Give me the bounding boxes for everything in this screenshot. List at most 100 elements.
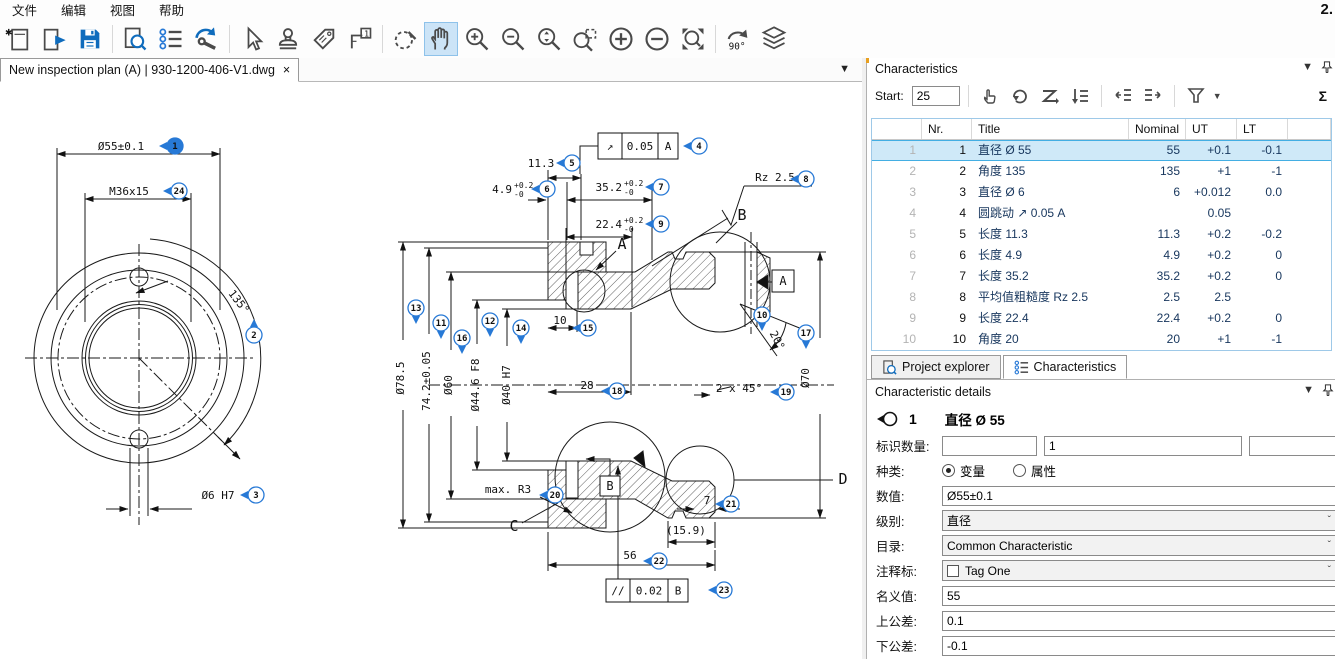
dimension-label[interactable]: 74.2±0.05 bbox=[420, 351, 433, 411]
tab-close-icon[interactable]: × bbox=[283, 63, 290, 77]
datum-box-B[interactable]: B bbox=[600, 476, 620, 496]
id-qty-input-2[interactable] bbox=[1044, 436, 1242, 456]
id-qty-input-3[interactable] bbox=[1249, 436, 1335, 456]
rotate-90-button[interactable]: 90° bbox=[721, 22, 755, 56]
dimension-label[interactable]: 28 bbox=[580, 379, 593, 392]
dimension-label[interactable]: 2 x 45° bbox=[716, 382, 762, 395]
start-input[interactable] bbox=[912, 86, 960, 106]
dimension-label[interactable]: D bbox=[838, 470, 847, 488]
balloon-24[interactable]: 24 bbox=[163, 183, 187, 199]
dimension-label[interactable]: 135° bbox=[225, 287, 252, 316]
balloon-23[interactable]: 23 bbox=[708, 582, 732, 598]
stamp-tool-button[interactable] bbox=[271, 22, 305, 56]
menu-help[interactable]: 帮助 bbox=[147, 0, 196, 21]
pan-tool-button[interactable] bbox=[424, 22, 458, 56]
dimension-label[interactable]: Ø55±0.1 bbox=[98, 140, 144, 153]
move-up-list-icon[interactable] bbox=[1110, 84, 1136, 108]
characteristics-list-button[interactable] bbox=[154, 22, 188, 56]
kind-radio-attribute[interactable]: 属性 bbox=[1013, 461, 1056, 480]
datum-box-A[interactable]: A bbox=[772, 270, 794, 292]
table-row[interactable]: 66长度 4.94.9+0.20 bbox=[872, 245, 1331, 266]
table-row[interactable]: 44圆跳动 ↗ 0.05 A0.05 bbox=[872, 203, 1331, 224]
id-qty-input-1[interactable] bbox=[942, 436, 1037, 456]
zoom-fit-button[interactable] bbox=[676, 22, 710, 56]
select-tool-button[interactable] bbox=[235, 22, 269, 56]
corner-dimension-button[interactable]: 1 bbox=[343, 22, 377, 56]
menu-view[interactable]: 视图 bbox=[98, 0, 147, 21]
balloon-2[interactable]: 2 bbox=[246, 319, 262, 343]
tab-project-explorer[interactable]: Project explorer bbox=[871, 355, 1001, 379]
dimension-label[interactable]: Ø40 H7 bbox=[500, 365, 513, 405]
panel-pin-icon[interactable] bbox=[1321, 61, 1333, 73]
table-row[interactable]: 1010角度 2020+1-1 bbox=[872, 329, 1331, 350]
layers-button[interactable] bbox=[757, 22, 791, 56]
menu-edit[interactable]: 编辑 bbox=[49, 0, 98, 21]
balloon-5[interactable]: 5 bbox=[556, 155, 580, 171]
dimension-label[interactable]: Ø6 H7 bbox=[201, 489, 234, 502]
nominal-input[interactable] bbox=[942, 586, 1335, 606]
tag-select[interactable]: Tag Oneˇ bbox=[942, 560, 1335, 581]
table-row[interactable]: 22角度 135135+1-1 bbox=[872, 161, 1331, 182]
balloon-13[interactable]: 13 bbox=[408, 300, 424, 324]
dimension-label[interactable]: Rz 2.5 bbox=[755, 171, 795, 184]
renumber-icon[interactable] bbox=[1007, 84, 1033, 108]
menu-file[interactable]: 文件 bbox=[0, 0, 49, 21]
balloon-12[interactable]: 12 bbox=[482, 313, 498, 337]
balloon-6[interactable]: 6 bbox=[531, 181, 555, 197]
details-chevron-icon[interactable]: ▼ bbox=[1303, 384, 1314, 396]
zoom-window-button[interactable] bbox=[568, 22, 602, 56]
balloon-16[interactable]: 16 bbox=[454, 330, 470, 354]
dimension-label[interactable]: M36x15 bbox=[109, 185, 149, 198]
document-tab[interactable]: New inspection plan (A) | 930-1200-406-V… bbox=[0, 58, 299, 82]
save-button[interactable] bbox=[73, 22, 107, 56]
dimension-label[interactable]: 7 bbox=[704, 494, 711, 507]
panel-chevron-icon[interactable]: ▼ bbox=[1302, 61, 1313, 73]
balloon-19[interactable]: 19 bbox=[770, 384, 794, 400]
dimension-label[interactable]: 4.9 bbox=[492, 183, 512, 196]
lower-tolerance-input[interactable] bbox=[942, 636, 1335, 656]
dimension-label[interactable]: 20° bbox=[767, 329, 788, 353]
balloon-9[interactable]: 9 bbox=[645, 216, 669, 232]
level-select[interactable]: 直径ˇ bbox=[942, 510, 1335, 531]
feature-control-frame[interactable]: ↗0.05A bbox=[598, 133, 678, 159]
increase-button[interactable] bbox=[604, 22, 638, 56]
dimension-label[interactable]: max. R3 bbox=[485, 483, 531, 496]
value-input[interactable] bbox=[942, 486, 1335, 506]
filter-icon[interactable] bbox=[1183, 84, 1209, 108]
dimension-label[interactable]: Ø70 bbox=[799, 368, 812, 388]
dimension-label[interactable]: 22.4 bbox=[596, 218, 623, 231]
update-settings-button[interactable] bbox=[190, 22, 224, 56]
balloon-22[interactable]: 22 bbox=[643, 553, 667, 569]
new-plan-button[interactable]: ✱ bbox=[1, 22, 35, 56]
table-row[interactable]: 33直径 Ø 66+0.0120.0 bbox=[872, 182, 1331, 203]
dimension-label[interactable]: C bbox=[509, 517, 518, 535]
tab-list-chevron-icon[interactable]: ▼ bbox=[839, 63, 850, 75]
dimension-label[interactable]: 35.2 bbox=[596, 181, 623, 194]
dimension-label[interactable]: 11.3 bbox=[528, 157, 555, 170]
table-row[interactable]: 77长度 35.235.2+0.20 bbox=[872, 266, 1331, 287]
table-row[interactable]: 99长度 22.422.4+0.20 bbox=[872, 308, 1331, 329]
tag-tool-button[interactable] bbox=[307, 22, 341, 56]
sum-icon[interactable]: Σ bbox=[1319, 88, 1327, 104]
balloon-20[interactable]: 20 bbox=[539, 487, 563, 503]
details-pin-icon[interactable] bbox=[1322, 384, 1334, 396]
find-in-document-button[interactable] bbox=[118, 22, 152, 56]
table-row[interactable]: 55长度 11.311.3+0.2-0.2 bbox=[872, 224, 1331, 245]
dimension-label[interactable]: (15.9) bbox=[666, 524, 706, 537]
zoom-out-button[interactable] bbox=[496, 22, 530, 56]
move-down-list-icon[interactable] bbox=[1140, 84, 1166, 108]
zoom-in-button[interactable] bbox=[460, 22, 494, 56]
dimension-label[interactable]: Ø78.5 bbox=[394, 361, 407, 394]
balloon-4[interactable]: 4 bbox=[683, 138, 707, 154]
zoom-dynamic-button[interactable] bbox=[532, 22, 566, 56]
balloon-17[interactable]: 17 bbox=[798, 325, 814, 349]
filter-chevron-icon[interactable]: ▼ bbox=[1213, 91, 1222, 101]
balloon-15[interactable]: 15 bbox=[572, 320, 596, 336]
table-row[interactable]: 88平均值粗糙度 Rz 2.52.52.5 bbox=[872, 287, 1331, 308]
catalog-select[interactable]: Common Characteristicˇ bbox=[942, 535, 1335, 556]
drawing-canvas[interactable]: Ø55±0.1M36x15135°Ø6 H711.34.9+0.2-035.2+… bbox=[0, 82, 862, 659]
dimension-label[interactable]: Ø60 bbox=[442, 375, 455, 395]
tag-checkbox[interactable] bbox=[947, 565, 959, 577]
balloon-3[interactable]: 3 bbox=[240, 487, 264, 503]
decrease-button[interactable] bbox=[640, 22, 674, 56]
